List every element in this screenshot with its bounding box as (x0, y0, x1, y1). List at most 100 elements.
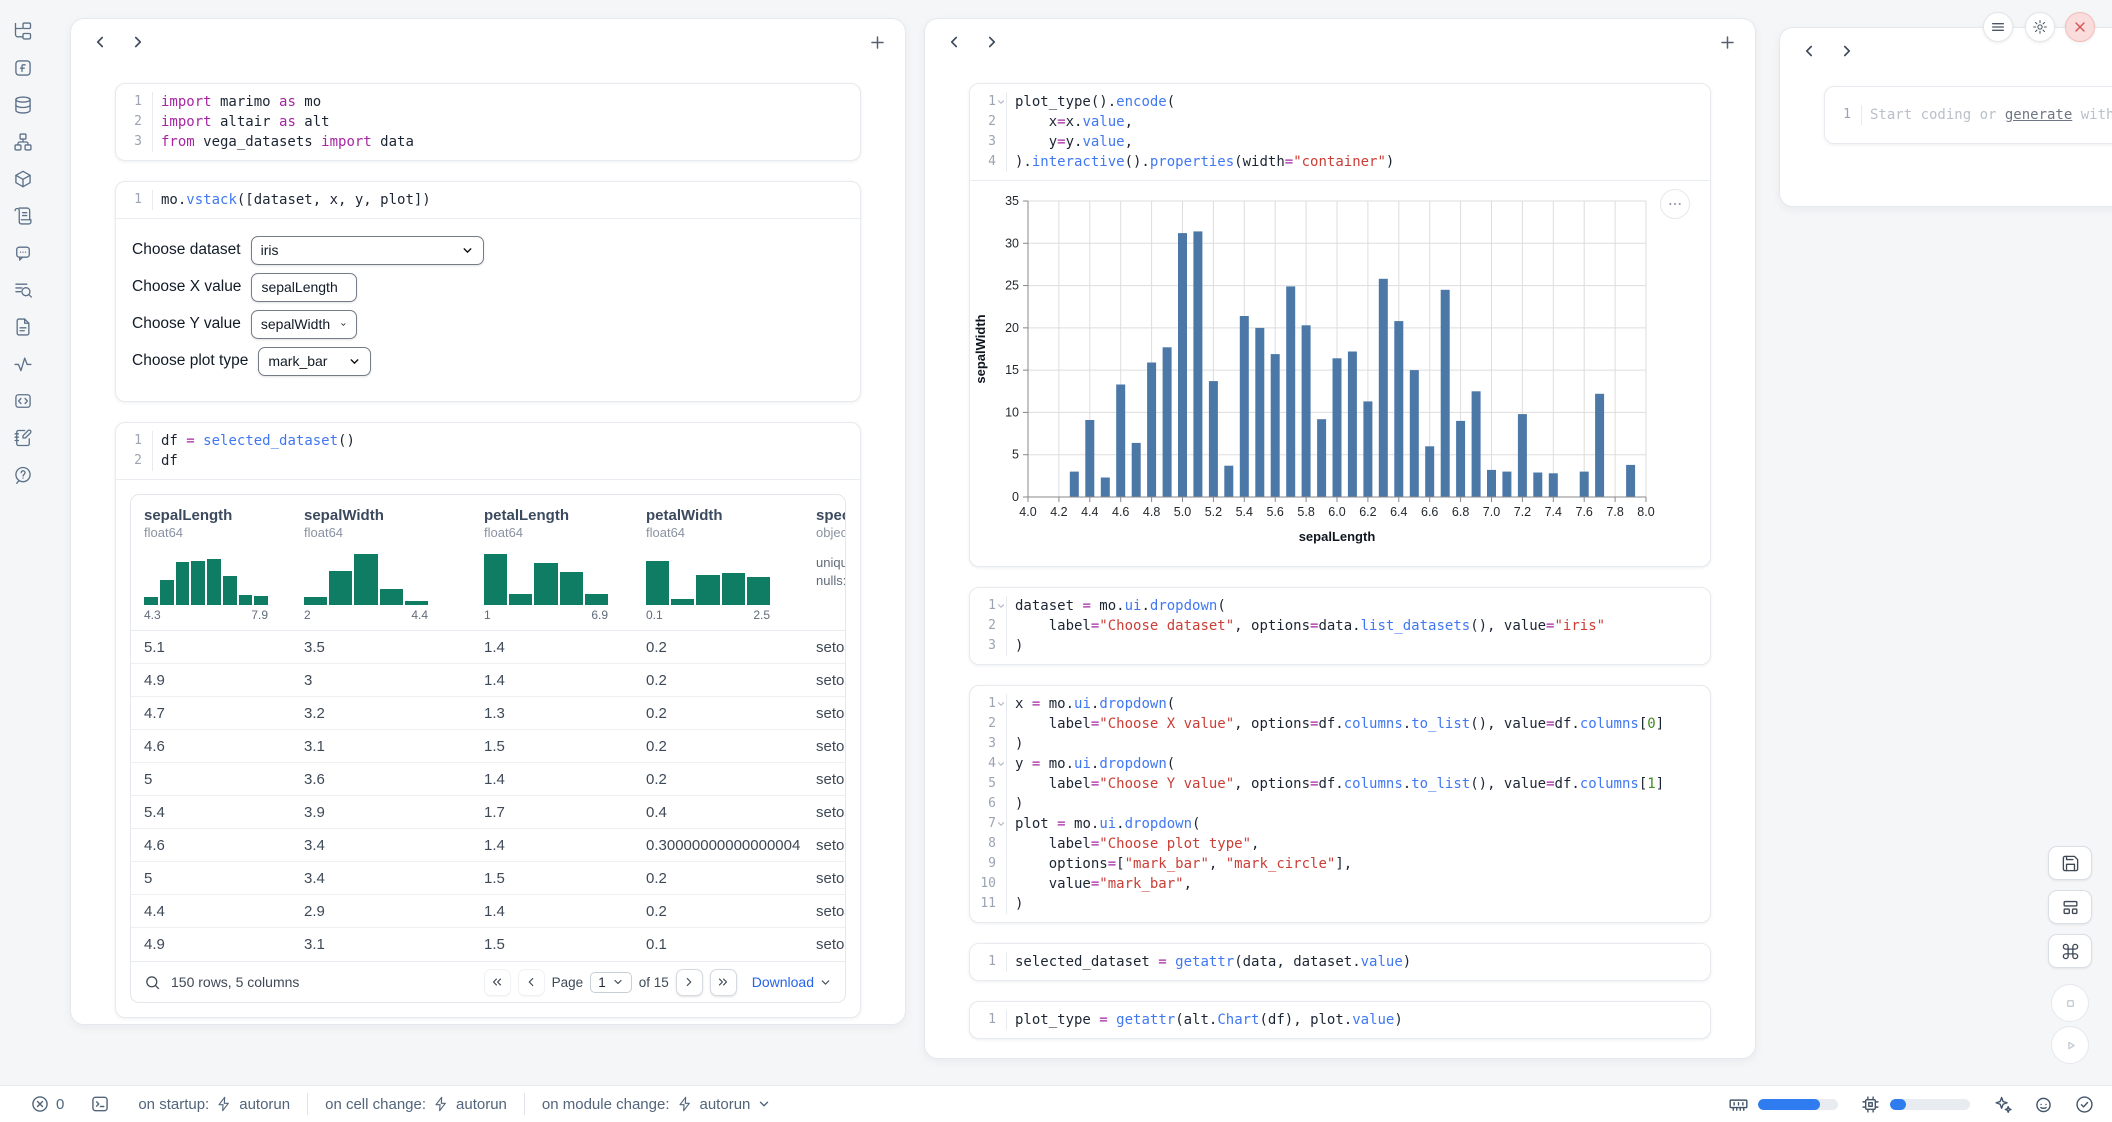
table-row[interactable]: 4.63.11.50.2setosa (131, 730, 845, 763)
fold-arrow-icon[interactable] (996, 92, 1006, 112)
save-button[interactable] (2048, 846, 2092, 880)
table-row[interactable]: 4.42.91.40.2setosa (131, 895, 845, 928)
code-line[interactable]: 1plot_type().encode( (970, 92, 1710, 112)
rail-functions-icon[interactable] (13, 58, 33, 78)
code-editor[interactable]: 1df = selected_dataset()2df (116, 423, 860, 479)
code-line[interactable]: 2import altair as alt (116, 112, 860, 132)
next-page-button[interactable] (676, 969, 703, 996)
code-editor[interactable]: 1mo.vstack([dataset, x, y, plot]) (116, 182, 860, 218)
code-line[interactable]: 4y = mo.ui.dropdown( (970, 754, 1710, 774)
code-line[interactable]: 1plot_type = getattr(alt.Chart(df), plot… (970, 1010, 1710, 1030)
fold-arrow-icon[interactable] (996, 596, 1006, 616)
code-line[interactable]: 2df (116, 451, 860, 471)
last-page-button[interactable] (710, 969, 737, 996)
rail-log-search-icon[interactable] (13, 280, 33, 300)
column-header-sepalWidth[interactable]: sepalWidthfloat6424.4 (291, 507, 471, 622)
rail-document-icon[interactable] (13, 317, 33, 337)
shutdown-button[interactable] (2065, 12, 2095, 42)
table-row[interactable]: 53.61.40.2setosa (131, 763, 845, 796)
layout-button[interactable] (2048, 890, 2092, 924)
code-line[interactable]: 2 x=x.value, (970, 112, 1710, 132)
terminal-button[interactable] (90, 1094, 110, 1114)
rail-code-block-icon[interactable] (13, 391, 33, 411)
code-line[interactable]: 5 label="Choose Y value", options=df.col… (970, 774, 1710, 794)
rail-dependency-graph-icon[interactable] (13, 132, 33, 152)
search-icon[interactable] (144, 974, 161, 991)
run-all-button[interactable] (2051, 1026, 2089, 1064)
rail-chatbot-icon[interactable] (13, 243, 33, 263)
code-editor[interactable]: 1 Start coding or generate with (1825, 87, 2112, 143)
code-line[interactable]: 3) (970, 734, 1710, 754)
code-line[interactable]: 10 value="mark_bar", (970, 874, 1710, 894)
code-line[interactable]: 2 label="Choose dataset", options=data.l… (970, 616, 1710, 636)
fold-arrow-icon[interactable] (996, 694, 1006, 714)
rail-package-icon[interactable] (13, 169, 33, 189)
x-value-select[interactable]: sepalLength (251, 273, 357, 302)
first-page-button[interactable] (484, 969, 511, 996)
fold-arrow-icon[interactable] (996, 754, 1006, 774)
ai-sparkles-icon[interactable] (1992, 1094, 2013, 1115)
code-editor[interactable]: 1import marimo as mo2import altair as al… (116, 84, 860, 160)
table-row[interactable]: 4.73.21.30.2setosa (131, 697, 845, 730)
rail-file-tree-icon[interactable] (13, 21, 33, 41)
download-button[interactable]: Download (752, 974, 832, 990)
y-value-select[interactable]: sepalWidth (251, 310, 357, 339)
code-line[interactable]: 1df = selected_dataset() (116, 431, 860, 451)
code-editor[interactable]: 1x = mo.ui.dropdown(2 label="Choose X va… (970, 686, 1710, 922)
rail-scratchpad-icon[interactable] (13, 428, 33, 448)
code-line[interactable]: 3) (970, 636, 1710, 656)
rail-activity-icon[interactable] (13, 354, 33, 374)
column-header-sepalLength[interactable]: sepalLengthfloat644.37.9 (131, 507, 291, 622)
stop-kernel-button[interactable] (2051, 984, 2089, 1022)
code-editor[interactable]: 1dataset = mo.ui.dropdown(2 label="Choos… (970, 588, 1710, 664)
prev-column-icon[interactable] (91, 33, 109, 51)
dataset-select[interactable]: iris (251, 236, 484, 265)
add-cell-icon[interactable] (1718, 33, 1737, 52)
keyboard-shortcuts-button[interactable] (2048, 934, 2092, 968)
connection-status-icon[interactable] (2074, 1094, 2095, 1115)
code-editor[interactable]: 1plot_type().encode(2 x=x.value,3 y=y.va… (970, 84, 1710, 180)
code-line[interactable]: 7plot = mo.ui.dropdown( (970, 814, 1710, 834)
add-cell-icon[interactable] (868, 33, 887, 52)
table-row[interactable]: 5.13.51.40.2setosa (131, 631, 845, 664)
code-line[interactable]: 1selected_dataset = getattr(data, datase… (970, 952, 1710, 972)
rail-help-icon[interactable] (13, 465, 33, 485)
code-editor[interactable]: 1plot_type = getattr(alt.Chart(df), plot… (970, 1002, 1710, 1038)
code-line[interactable]: 8 label="Choose plot type", (970, 834, 1710, 854)
code-line[interactable]: 1import marimo as mo (116, 92, 860, 112)
page-select[interactable]: 1 (590, 972, 632, 993)
code-line[interactable]: 3from vega_datasets import data (116, 132, 860, 152)
code-line[interactable]: 11) (970, 894, 1710, 914)
column-header-petalWidth[interactable]: petalWidthfloat640.12.5 (633, 507, 803, 622)
chart-menu-button[interactable] (1660, 189, 1690, 219)
next-column-icon[interactable] (129, 33, 147, 51)
column-header-species[interactable]: speciesobjectunique:nulls: (803, 507, 845, 622)
prev-page-button[interactable] (518, 969, 545, 996)
bot-icon[interactable] (2033, 1094, 2054, 1115)
statusbar-config-0[interactable]: on startup:autorun (138, 1096, 290, 1113)
settings-button[interactable] (2025, 12, 2055, 42)
table-row[interactable]: 4.93.11.50.1setosa (131, 928, 845, 961)
prev-column-icon[interactable] (945, 33, 963, 51)
column-header-petalLength[interactable]: petalLengthfloat6416.9 (471, 507, 633, 622)
generate-with-ai-link[interactable]: generate (2005, 107, 2072, 123)
table-row[interactable]: 4.931.40.2setosa (131, 664, 845, 697)
code-editor[interactable]: 1selected_dataset = getattr(data, datase… (970, 944, 1710, 980)
code-line[interactable]: 1x = mo.ui.dropdown( (970, 694, 1710, 714)
rail-script-icon[interactable] (13, 206, 33, 226)
errors-indicator[interactable]: 0 (30, 1094, 64, 1114)
code-line[interactable]: 6) (970, 794, 1710, 814)
code-line[interactable]: 3 y=y.value, (970, 132, 1710, 152)
fold-arrow-icon[interactable] (996, 814, 1006, 834)
table-row[interactable]: 53.41.50.2setosa (131, 862, 845, 895)
next-column-icon[interactable] (1838, 42, 1856, 60)
prev-column-icon[interactable] (1800, 42, 1818, 60)
statusbar-config-1[interactable]: on cell change:autorun (325, 1096, 507, 1113)
code-line[interactable]: 1mo.vstack([dataset, x, y, plot]) (116, 190, 860, 210)
code-line[interactable]: 1dataset = mo.ui.dropdown( (970, 596, 1710, 616)
notebook-menu-button[interactable] (1983, 12, 2013, 42)
code-line[interactable]: 9 options=["mark_bar", "mark_circle"], (970, 854, 1710, 874)
code-line[interactable]: 2 label="Choose X value", options=df.col… (970, 714, 1710, 734)
table-row[interactable]: 5.43.91.70.4setosa (131, 796, 845, 829)
next-column-icon[interactable] (983, 33, 1001, 51)
